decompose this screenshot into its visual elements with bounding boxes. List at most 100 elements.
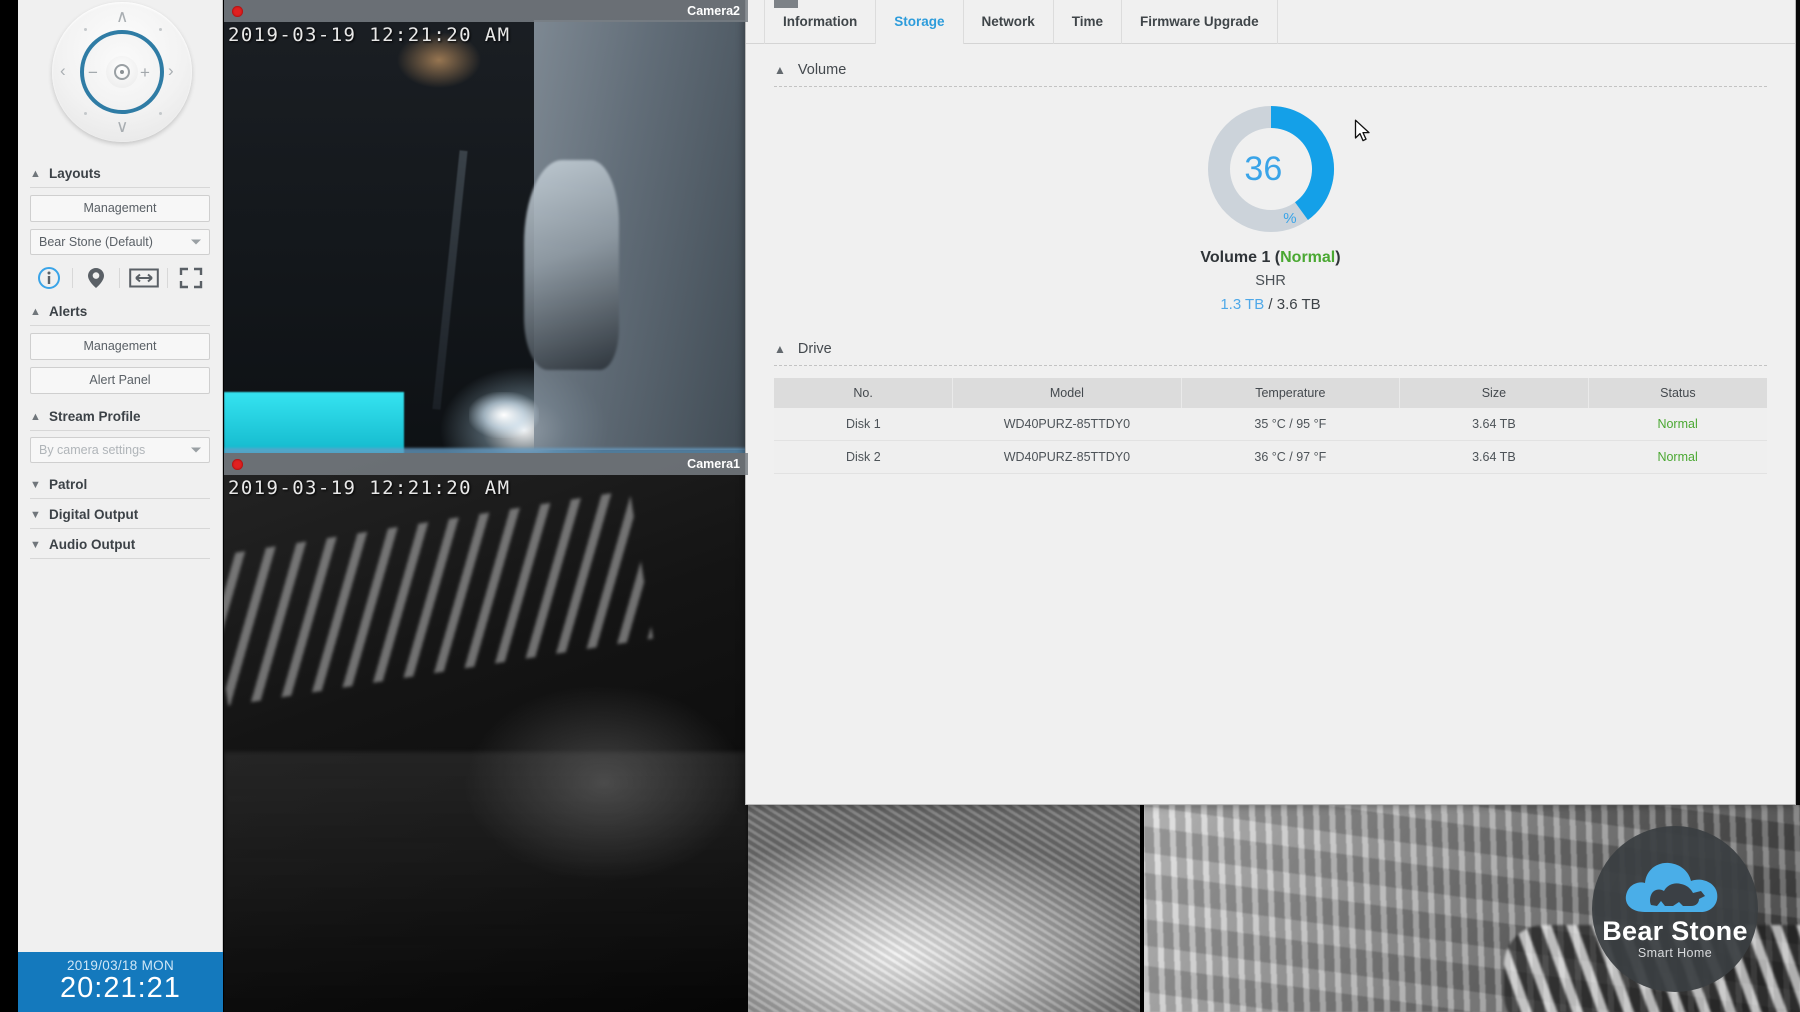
chevron-up-icon: ▲ [30,168,41,180]
stream-profile-value: By camera settings [39,443,145,457]
fullscreen-icon[interactable] [176,264,206,292]
ptz-down-icon[interactable]: ∨ [116,118,128,135]
stream-profile-select[interactable]: By camera settings [30,437,210,463]
alert-panel-button[interactable]: Alert Panel [30,367,210,394]
camera2-title-bar: Camera2 [224,0,748,22]
sidebar-section-stream-profile[interactable]: ▲ Stream Profile [18,401,222,430]
sidebar-section-layouts[interactable]: ▲ Layouts [18,158,222,187]
ptz-control[interactable]: ∧ ∨ ‹ › − + [18,0,223,158]
cell-disk2-model: WD40PURZ-85TTDY0 [953,441,1181,474]
volume-used: 1.3 TB [1220,296,1264,313]
volume-raid-type: SHR [746,273,1795,289]
column-header-size[interactable]: Size [1400,378,1589,408]
drive-section-header[interactable]: ▲ Drive [746,323,1795,365]
cell-disk1-model: WD40PURZ-85TTDY0 [953,408,1181,441]
sidebar-section-audio-output-label: Audio Output [49,537,135,552]
divider [30,430,210,431]
capacity-separator: / [1264,296,1277,313]
camera1-name: Camera1 [687,457,740,471]
column-header-model[interactable]: Model [953,378,1181,408]
volume-name-row: Volume 1 (Normal) [746,249,1795,267]
tab-storage[interactable]: Storage [876,0,963,44]
volume-total: 3.6 TB [1277,296,1321,313]
camera2-timestamp: 2019-03-19 12:21:20 AM [228,24,510,46]
volume-section-title: Volume [798,62,846,78]
camera2-scene [224,0,748,518]
logo-title: Bear Stone [1602,917,1748,945]
ptz-dot-nw [84,28,87,31]
cell-disk1-status: Normal [1588,408,1767,441]
scene-person [524,160,619,370]
volume-name: Volume 1 ( [1200,249,1280,266]
clock-date: 2019/03/18 MON [18,958,223,973]
sidebar-icon-row [30,262,210,294]
sidebar-section-alerts[interactable]: ▲ Alerts [18,296,222,325]
volume-summary: 36 % Volume 1 (Normal) SHR 1.3 TB / 3.6 … [746,87,1795,323]
ptz-zoom-in-icon[interactable]: + [140,64,150,81]
sidebar-section-digital-output-label: Digital Output [49,507,138,522]
sidebar-section-alerts-label: Alerts [49,304,87,319]
table-row[interactable]: Disk 2 WD40PURZ-85TTDY0 36 °C / 97 °F 3.… [774,441,1767,474]
chevron-down-icon: ▼ [30,509,41,521]
chevron-up-icon: ▲ [30,306,41,318]
bear-stone-logo: Bear Stone Smart Home [1592,826,1758,992]
device-info-panel: Information Storage Network Time Firmwar… [745,0,1796,805]
sidebar-section-patrol[interactable]: ▼ Patrol [18,469,222,498]
volume-name-close: ) [1335,249,1340,266]
camera-tile-camera2[interactable]: Camera2 2019-03-19 12:21:20 AM [224,0,748,518]
camera-tile-3[interactable] [748,805,1140,1012]
chevron-up-icon: ▲ [774,342,786,356]
scene-glare [469,392,539,438]
app-root: Camera2 2019-03-19 12:21:20 AM Camera1 2… [0,0,1800,1012]
map-pin-icon[interactable] [81,264,111,292]
scene-railing [224,490,653,705]
layout-select[interactable]: Bear Stone (Default) [30,229,210,255]
ptz-right-icon[interactable]: › [168,62,174,79]
cell-disk1-temperature: 35 °C / 95 °F [1181,408,1399,441]
cell-disk2-no: Disk 2 [774,441,953,474]
camera1-timestamp: 2019-03-19 12:21:20 AM [228,477,510,499]
status-clock: 2019/03/18 MON 20:21:21 [18,952,223,1012]
alerts-management-button[interactable]: Management [30,333,210,360]
tab-information[interactable]: Information [764,0,876,44]
volume-status-badge: Normal [1280,249,1335,266]
column-header-no[interactable]: No. [774,378,953,408]
divider [119,268,120,288]
sidebar-section-digital-output[interactable]: ▼ Digital Output [18,499,222,528]
scene-post [432,150,467,409]
drive-table: No. Model Temperature Size Status Disk 1… [774,378,1767,474]
camera2-name: Camera2 [687,4,740,18]
fit-width-icon[interactable] [129,264,159,292]
tab-time[interactable]: Time [1054,0,1122,44]
camera1-scene [224,453,748,1012]
chevron-down-icon [191,240,201,245]
ptz-up-icon[interactable]: ∧ [116,8,128,25]
chevron-up-icon: ▲ [30,411,41,423]
record-icon [232,6,243,17]
ptz-left-icon[interactable]: ‹ [60,62,66,79]
info-icon[interactable] [34,264,64,292]
sidebar-section-layouts-label: Layouts [49,166,101,181]
cell-disk2-status: Normal [1588,441,1767,474]
table-row[interactable]: Disk 1 WD40PURZ-85TTDY0 35 °C / 95 °F 3.… [774,408,1767,441]
camera-tile-camera1[interactable]: Camera1 2019-03-19 12:21:20 AM [224,453,748,1012]
layouts-management-button[interactable]: Management [30,195,210,222]
ptz-home-icon[interactable] [114,64,130,80]
camera3-scene [748,805,1140,1012]
record-icon [232,459,243,470]
tab-firmware-upgrade[interactable]: Firmware Upgrade [1122,0,1278,44]
column-header-temperature[interactable]: Temperature [1181,378,1399,408]
logo-subtitle: Smart Home [1638,946,1712,960]
divider [167,268,168,288]
divider [30,558,210,559]
ptz-zoom-out-icon[interactable]: − [88,64,98,81]
tab-network[interactable]: Network [964,0,1054,44]
volume-section-header[interactable]: ▲ Volume [746,44,1795,86]
chevron-up-icon: ▲ [774,63,786,77]
sidebar-section-audio-output[interactable]: ▼ Audio Output [18,529,222,558]
column-header-status[interactable]: Status [1588,378,1767,408]
ptz-dot-se [159,112,162,115]
camera1-title-bar: Camera1 [224,453,748,475]
sidebar-section-patrol-label: Patrol [49,477,87,492]
chevron-down-icon: ▼ [30,479,41,491]
